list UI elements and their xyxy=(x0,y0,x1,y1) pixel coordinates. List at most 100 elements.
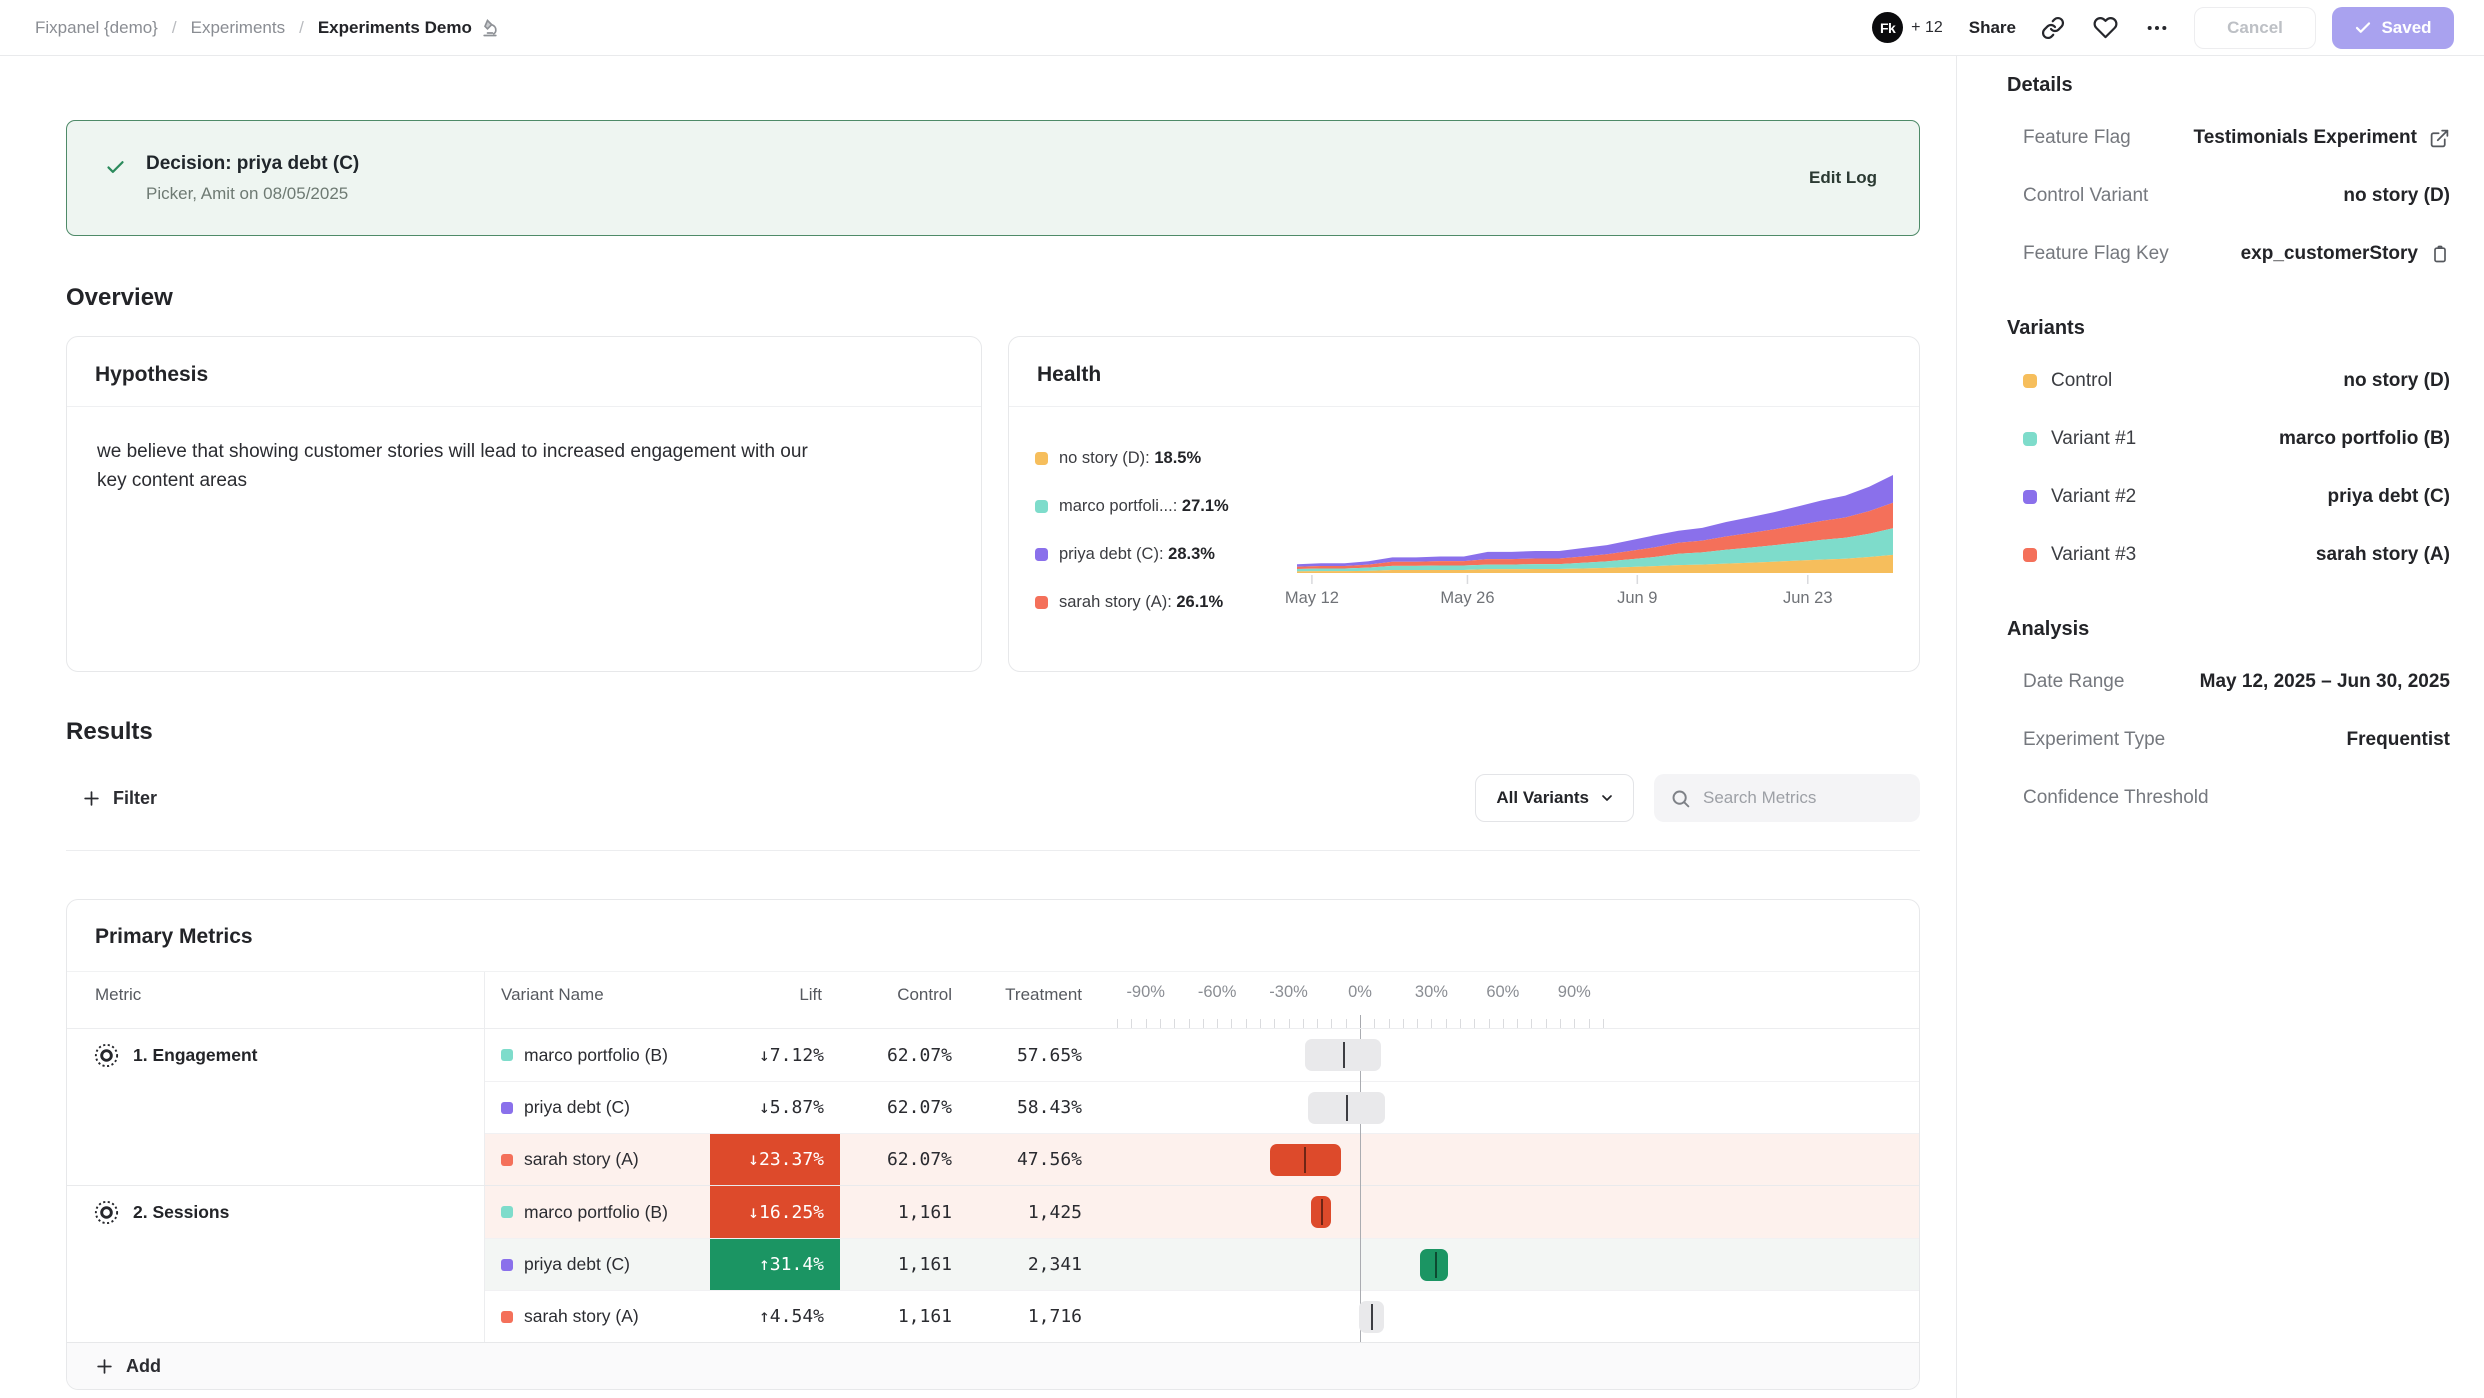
treatment-value: 1,716 xyxy=(970,1291,1100,1342)
confidence-interval-bar xyxy=(1270,1144,1341,1176)
top-bar-actions: Fk + 12 Share Cancel Saved xyxy=(1872,7,2454,49)
legend-swatch xyxy=(1035,452,1048,465)
table-row[interactable]: marco portfolio (B) ↓16.25% 1,161 1,425 xyxy=(485,1186,1919,1238)
breadcrumb-separator: / xyxy=(172,18,177,38)
metric-group-engagement: 1. Engagement marco portfolio (B) ↓7.12%… xyxy=(67,1029,1919,1185)
variant-color-swatch xyxy=(501,1154,513,1166)
primary-metrics-title: Primary Metrics xyxy=(95,925,253,948)
feature-flag-key-label: Feature Flag Key xyxy=(2023,243,2169,265)
treatment-value: 58.43% xyxy=(970,1082,1100,1133)
plus-icon xyxy=(95,1357,114,1376)
ci-axis-label: -30% xyxy=(1269,983,1308,1002)
saved-button[interactable]: Saved xyxy=(2332,7,2454,49)
ci-median-line xyxy=(1304,1147,1306,1173)
analysis-section-title: Analysis xyxy=(2007,618,2450,641)
decision-title: Decision: priya debt (C) xyxy=(146,153,1809,175)
legend-label: no story (D): xyxy=(1059,449,1150,467)
more-options-icon[interactable] xyxy=(2142,13,2172,43)
table-row[interactable]: sarah story (A) ↑4.54% 1,161 1,716 xyxy=(485,1290,1919,1342)
x-axis-tick-label: May 26 xyxy=(1440,589,1494,608)
lift-value: ↓16.25% xyxy=(710,1186,840,1238)
table-row[interactable]: priya debt (C) ↑31.4% 1,161 2,341 xyxy=(485,1238,1919,1290)
ci-axis-label: 0% xyxy=(1348,983,1372,1002)
add-metric-button[interactable]: Add xyxy=(67,1342,1919,1389)
favorite-heart-icon[interactable] xyxy=(2090,13,2120,43)
variant-row-control: Control no story (D) xyxy=(2023,352,2450,410)
legend-item: marco portfoli...: 27.1% xyxy=(1035,497,1297,516)
chart-x-axis-labels: May 12May 26Jun 9Jun 23 xyxy=(1297,589,1893,615)
legend-label: marco portfoli...: xyxy=(1059,497,1177,515)
variant-name: priya debt (C) xyxy=(524,1097,630,1118)
copy-icon[interactable] xyxy=(2430,244,2450,264)
variant-color-swatch xyxy=(501,1311,513,1323)
search-metrics-input[interactable] xyxy=(1703,788,1904,808)
treatment-value: 47.56% xyxy=(970,1134,1100,1185)
hypothesis-text: we believe that showing customer stories… xyxy=(67,407,867,526)
confidence-interval-bar xyxy=(1308,1092,1385,1124)
ci-axis-label: 90% xyxy=(1558,983,1591,1002)
variant-name: sarah story (A) xyxy=(524,1306,639,1327)
treatment-value: 57.65% xyxy=(970,1029,1100,1081)
variants-dropdown[interactable]: All Variants xyxy=(1475,774,1634,822)
treatment-value: 2,341 xyxy=(970,1239,1100,1290)
metric-target-icon xyxy=(93,1199,120,1226)
variant-color-swatch xyxy=(2023,374,2037,388)
legend-item: no story (D): 18.5% xyxy=(1035,449,1297,468)
variant-color-swatch xyxy=(501,1049,513,1061)
breadcrumb-experiments[interactable]: Experiments xyxy=(191,18,285,38)
health-title: Health xyxy=(1037,363,1101,386)
details-section-title: Details xyxy=(2007,74,2450,97)
variant-row-2: Variant #2 priya debt (C) xyxy=(2023,468,2450,526)
table-row[interactable]: sarah story (A) ↓23.37% 62.07% 47.56% xyxy=(485,1133,1919,1185)
date-range-row: Date Range May 12, 2025 – Jun 30, 2025 xyxy=(2023,653,2450,711)
decision-subtitle: Picker, Amit on 08/05/2025 xyxy=(146,184,1809,204)
control-value: 62.07% xyxy=(840,1082,970,1133)
hypothesis-title: Hypothesis xyxy=(95,363,208,386)
confidence-interval-cell xyxy=(1100,1082,1919,1133)
breadcrumb-current-page: Experiments Demo xyxy=(318,18,500,38)
collaborators-count[interactable]: + 12 xyxy=(1911,19,1943,37)
control-variant-row: Control Variant no story (D) xyxy=(2023,167,2450,225)
variant-color-swatch xyxy=(501,1102,513,1114)
chevron-down-icon xyxy=(1599,790,1615,806)
control-variant-label: Control Variant xyxy=(2023,185,2148,207)
control-value: 1,161 xyxy=(840,1239,970,1290)
primary-metrics-card: Primary Metrics Metric Variant Name Lift… xyxy=(66,899,1920,1390)
variant-value: priya debt (C) xyxy=(2328,486,2450,508)
ci-axis-label: -90% xyxy=(1126,983,1165,1002)
confidence-interval-cell xyxy=(1100,1239,1919,1290)
ci-axis-label: -60% xyxy=(1198,983,1237,1002)
health-legend: no story (D): 18.5% marco portfoli...: 2… xyxy=(1035,427,1297,641)
legend-swatch xyxy=(1035,596,1048,609)
variant-slot-label: Variant #1 xyxy=(2051,428,2136,450)
ci-median-line xyxy=(1321,1199,1323,1225)
decision-check-icon xyxy=(105,157,126,178)
breadcrumb-project[interactable]: Fixpanel {demo} xyxy=(35,18,158,38)
control-value: 1,161 xyxy=(840,1186,970,1238)
column-header-treatment: Treatment xyxy=(970,972,1100,1028)
legend-swatch xyxy=(1035,500,1048,513)
legend-value: 18.5% xyxy=(1154,449,1201,467)
external-link-icon[interactable] xyxy=(2429,128,2450,149)
legend-item: priya debt (C): 28.3% xyxy=(1035,545,1297,564)
table-row[interactable]: marco portfolio (B) ↓7.12% 62.07% 57.65% xyxy=(485,1029,1919,1081)
variant-slot-label: Variant #3 xyxy=(2051,544,2136,566)
confidence-threshold-row: Confidence Threshold xyxy=(2023,769,2450,827)
lift-value: ↓7.12% xyxy=(710,1029,840,1081)
copy-link-icon[interactable] xyxy=(2038,13,2068,43)
page-title: Experiments Demo xyxy=(318,18,472,38)
cancel-button[interactable]: Cancel xyxy=(2194,7,2316,49)
lift-value: ↓23.37% xyxy=(710,1134,840,1185)
breadcrumb-separator: / xyxy=(299,18,304,38)
add-filter-button[interactable]: Filter xyxy=(66,788,157,809)
experiment-type-label: Experiment Type xyxy=(2023,729,2165,751)
edit-log-button[interactable]: Edit Log xyxy=(1809,168,1877,188)
metric-target-icon xyxy=(93,1042,120,1069)
table-row[interactable]: priya debt (C) ↓5.87% 62.07% 58.43% xyxy=(485,1081,1919,1133)
feature-flag-value[interactable]: Testimonials Experiment xyxy=(2194,127,2418,149)
confidence-threshold-label: Confidence Threshold xyxy=(2023,787,2209,809)
variant-name: marco portfolio (B) xyxy=(524,1202,668,1223)
confidence-interval-cell xyxy=(1100,1186,1919,1238)
share-button[interactable]: Share xyxy=(1969,18,2016,38)
avatar[interactable]: Fk xyxy=(1872,12,1903,43)
